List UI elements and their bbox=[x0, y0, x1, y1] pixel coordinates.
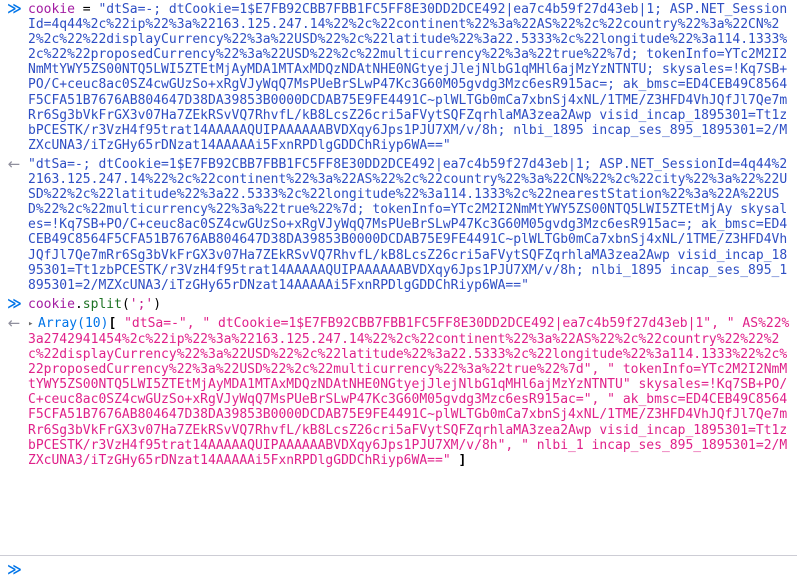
arrow-left-icon: ← bbox=[7, 154, 21, 173]
console-eval-prompt-bar[interactable]: ≫ bbox=[0, 555, 797, 586]
console-eval-input[interactable] bbox=[28, 561, 797, 581]
console-output-row[interactable]: ← "dtSa=-; dtCookie=1$E7FB92CBB7FBB1FC5F… bbox=[0, 154, 797, 295]
token-method-name: split bbox=[82, 296, 122, 312]
expand-triangle-icon[interactable]: ▸ bbox=[28, 317, 38, 332]
token-variable: cookie bbox=[28, 296, 75, 312]
console-input-marker: ≫ bbox=[0, 295, 28, 312]
console-output-row[interactable]: ← ▸ Array(10)[ "dtSa=-", " dtCookie=1$E7F… bbox=[0, 313, 797, 470]
token-dot: . bbox=[74, 296, 83, 312]
token-paren-close: ) bbox=[153, 296, 162, 312]
console-output-marker: ← bbox=[0, 313, 28, 332]
double-chevron-right-icon: ≫ bbox=[7, 1, 22, 17]
arrow-left-icon: ← bbox=[7, 313, 21, 332]
console-input-expression: cookie = "dtSa=-; dtCookie=1$E7FB92CBB7F… bbox=[28, 2, 797, 153]
double-chevron-right-icon: ≫ bbox=[7, 562, 22, 579]
console-input-expression: cookie.split(';') bbox=[28, 297, 797, 312]
devtools-console-panel: ≫ cookie = "dtSa=-; dtCookie=1$E7FB92CBB… bbox=[0, 0, 797, 586]
array-items: "dtSa=-", " dtCookie=1$E7FB92CBB7FBB1FC5… bbox=[28, 315, 790, 468]
console-result-array: ▸ Array(10)[ "dtSa=-", " dtCookie=1$E7FB9… bbox=[28, 316, 797, 468]
double-chevron-right-icon: ≫ bbox=[7, 295, 22, 312]
console-message-list: ≫ cookie = "dtSa=-; dtCookie=1$E7FB92CBB… bbox=[0, 0, 797, 555]
console-input-marker: ≫ bbox=[0, 1, 28, 17]
token-string-argument: ';' bbox=[129, 296, 154, 312]
token-string-literal: "dtSa=-; dtCookie=1$E7FB92CBB7FBB1FC5FF8… bbox=[28, 2, 788, 153]
array-close-bracket: ] bbox=[458, 452, 467, 468]
console-output-marker: ← bbox=[0, 154, 28, 173]
token-paren-open: ( bbox=[121, 296, 130, 312]
console-input-row[interactable]: ≫ cookie = "dtSa=-; dtCookie=1$E7FB92CBB… bbox=[0, 0, 797, 155]
token-operator: = bbox=[74, 2, 99, 17]
token-variable: cookie bbox=[28, 2, 75, 17]
console-input-row[interactable]: ≫ cookie.split(';') bbox=[0, 294, 797, 314]
array-type-label[interactable]: Array(10) bbox=[38, 316, 108, 331]
array-space-lead bbox=[116, 316, 124, 331]
console-result-string: "dtSa=-; dtCookie=1$E7FB92CBB7FBB1FC5FF8… bbox=[28, 156, 788, 293]
